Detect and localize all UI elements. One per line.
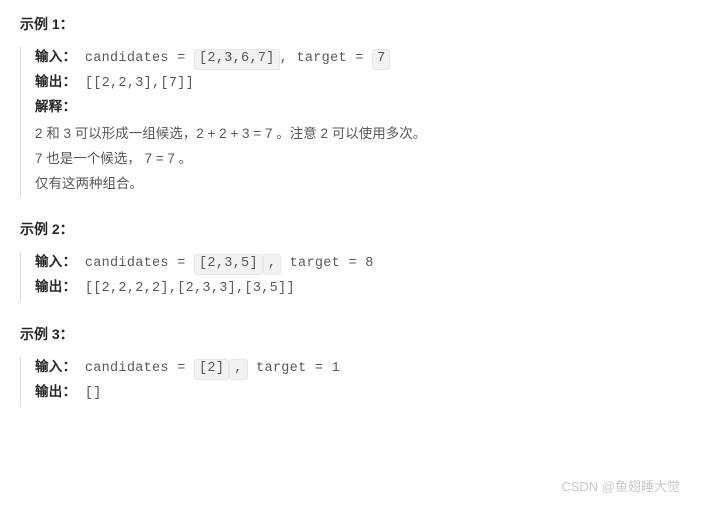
explain-line: 7 也是一个候选， 7 = 7 。 (35, 147, 700, 172)
explain-line: 2 和 3 可以形成一组候选，2 + 2 + 3 = 7 。注意 2 可以使用多… (35, 122, 700, 147)
input-target: 7 (372, 49, 390, 70)
input-target-prefix: target = (248, 361, 332, 376)
input-target: 8 (365, 256, 373, 271)
example-block: 输入： candidates = [2], target = 1 输出： [] (20, 357, 700, 407)
input-comma: , (280, 51, 288, 66)
input-candidates: [2,3,6,7] (194, 49, 280, 70)
document-container: 示例 1： 输入： candidates = [2,3,6,7], target… (20, 12, 700, 506)
input-candidates: [2,3,5] (194, 254, 263, 275)
input-comma: , (229, 359, 247, 380)
output-label: 输出： (35, 281, 76, 296)
output-line: 输出： [] (35, 382, 700, 407)
input-line: 输入： candidates = [2,3,5], target = 8 (35, 252, 700, 277)
input-target-prefix: target = (281, 256, 365, 271)
input-target: 1 (332, 361, 340, 376)
input-label: 输入： (35, 51, 76, 66)
example-heading: 示例 3： (20, 322, 700, 347)
input-line: 输入： candidates = [2,3,6,7], target = 7 (35, 47, 700, 72)
output-value: [] (85, 386, 102, 401)
explain-label-line: 解释： (35, 97, 700, 122)
input-line: 输入： candidates = [2], target = 1 (35, 357, 700, 382)
watermark: CSDN @鱼翅睡大觉 (561, 475, 680, 498)
output-value: [[2,2,2,2],[2,3,3],[3,5]] (85, 281, 295, 296)
output-line: 输出： [[2,2,2,2],[2,3,3],[3,5]] (35, 277, 700, 302)
explain-label: 解释： (35, 101, 76, 116)
input-prefix: candidates = (85, 361, 194, 376)
output-label: 输出： (35, 76, 76, 91)
input-candidates: [2] (194, 359, 229, 380)
input-label: 输入： (35, 361, 76, 376)
input-prefix: candidates = (85, 256, 194, 271)
example-block: 输入： candidates = [2,3,6,7], target = 7 输… (20, 47, 700, 197)
explain-line: 仅有这两种组合。 (35, 172, 700, 197)
example-heading: 示例 2： (20, 217, 700, 242)
output-value: [[2,2,3],[7]] (85, 76, 194, 91)
input-target-prefix: target = (288, 51, 372, 66)
output-label: 输出： (35, 386, 76, 401)
input-comma: , (263, 254, 281, 275)
example-block: 输入： candidates = [2,3,5], target = 8 输出：… (20, 252, 700, 302)
input-label: 输入： (35, 256, 76, 271)
input-prefix: candidates = (85, 51, 194, 66)
example-heading: 示例 1： (20, 12, 700, 37)
output-line: 输出： [[2,2,3],[7]] (35, 72, 700, 97)
